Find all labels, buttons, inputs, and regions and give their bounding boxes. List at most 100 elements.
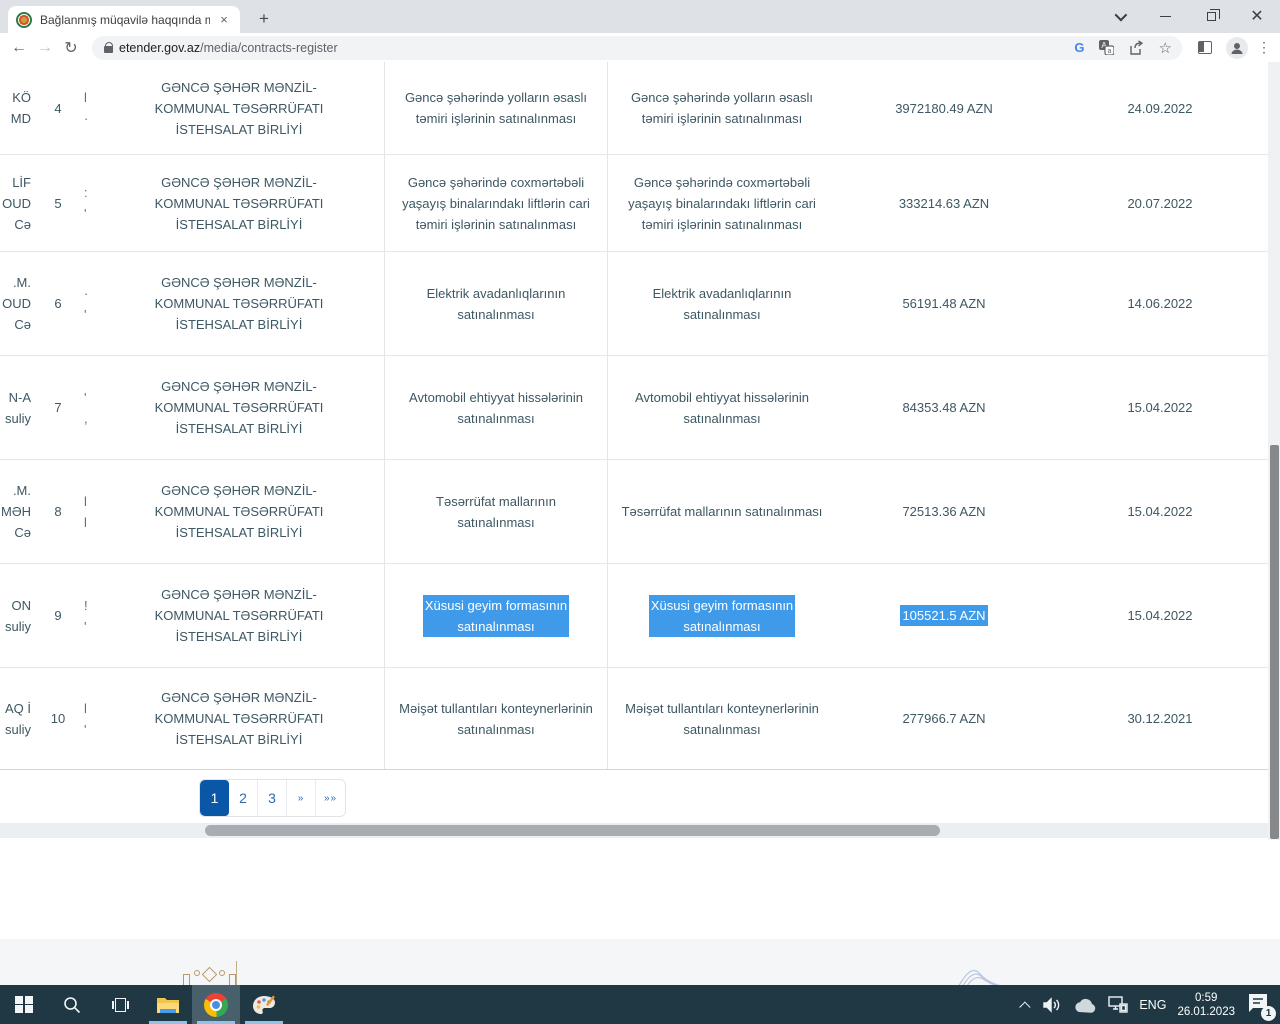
contract-date: 14.06.2022 — [1052, 252, 1268, 355]
volume-icon[interactable] — [1042, 996, 1062, 1014]
chrome-icon — [204, 993, 228, 1017]
contract-date: 15.04.2022 — [1052, 564, 1268, 667]
clipped-column-fragment: ! ' — [84, 564, 94, 667]
contractor-fragment: AQ İ suliy — [0, 668, 32, 769]
table-row: .M. MƏH Cə 8 l l GƏNCƏ ŞƏHƏR MƏNZİL- KOM… — [0, 460, 1268, 564]
address-bar[interactable]: etender.gov.az/media/contracts-register … — [92, 36, 1182, 60]
page-footer — [0, 939, 1280, 985]
table-row: AQ İ suliy 10 l ' GƏNCƏ ŞƏHƏR MƏNZİL- KO… — [0, 668, 1268, 770]
clipped-column-fragment: l l — [84, 460, 94, 563]
browser-titlebar: Bağlanmış müqavilə haqqında mə × + ✕ — [0, 0, 1280, 33]
contractor-fragment: ON suliy — [0, 564, 32, 667]
search-icon — [62, 995, 82, 1015]
page-button-1[interactable]: 1 — [200, 780, 229, 816]
folder-icon — [156, 995, 180, 1015]
taskbar: ENG 0:59 26.01.2023 1 — [0, 985, 1280, 1024]
taskbar-search-button[interactable] — [48, 985, 96, 1024]
horizontal-scrollbar-thumb[interactable] — [205, 825, 940, 836]
onedrive-cloud-icon[interactable] — [1073, 997, 1097, 1013]
footer-waves-logo — [953, 963, 1009, 985]
procurement-subject: Məişət tullantıları konteynerlərinin sat… — [384, 668, 608, 769]
system-tray: ENG 0:59 26.01.2023 1 — [1023, 985, 1280, 1024]
clipped-column-fragment: ' , — [84, 356, 94, 459]
clock-time: 0:59 — [1195, 992, 1217, 1004]
contract-date: 15.04.2022 — [1052, 460, 1268, 563]
organization-name: GƏNCƏ ŞƏHƏR MƏNZİL- KOMMUNAL TƏSƏRRÜFATI… — [94, 460, 384, 563]
profile-avatar[interactable] — [1226, 37, 1248, 59]
page-button-2[interactable]: 2 — [229, 780, 258, 816]
page-last-icon[interactable]: »» — [316, 780, 345, 816]
start-button[interactable] — [0, 985, 48, 1024]
task-view-button[interactable] — [96, 985, 144, 1024]
url-text: etender.gov.az/media/contracts-register — [119, 41, 338, 55]
procurement-subject: Gəncə şəhərində yolların əsaslı təmiri i… — [384, 62, 608, 154]
reload-icon[interactable]: ↻ — [58, 38, 84, 58]
window-controls: ✕ — [1096, 0, 1280, 33]
translate-icon[interactable]: Aa — [1099, 40, 1115, 56]
contractor-fragment: KÖ MD — [0, 62, 32, 154]
forward-icon: → — [32, 39, 58, 57]
row-number: 8 — [32, 460, 84, 563]
task-view-icon — [112, 998, 129, 1012]
back-icon[interactable]: ← — [6, 39, 32, 57]
contract-amount: 3972180.49 AZN — [836, 62, 1052, 154]
procurement-subject: Elektrik avadanlıqlarının satınalınması — [384, 252, 608, 355]
file-explorer-button[interactable] — [144, 985, 192, 1024]
contract-date: 30.12.2021 — [1052, 668, 1268, 769]
browser-toolbar: ← → ↻ etender.gov.az/media/contracts-reg… — [0, 33, 1280, 62]
taskbar-clock[interactable]: 0:59 26.01.2023 — [1177, 991, 1235, 1019]
language-indicator[interactable]: ENG — [1139, 998, 1166, 1012]
clock-date: 26.01.2023 — [1177, 1006, 1235, 1018]
organization-name: GƏNCƏ ŞƏHƏR MƏNZİL- KOMMUNAL TƏSƏRRÜFATI… — [94, 155, 384, 251]
new-tab-button[interactable]: + — [252, 8, 276, 32]
page-next-icon[interactable]: » — [287, 780, 316, 816]
procurement-subject: Gəncə şəhərində coxmərtəbəli yaşayış bin… — [384, 155, 608, 251]
contract-date: 20.07.2022 — [1052, 155, 1268, 251]
row-number: 6 — [32, 252, 84, 355]
share-icon[interactable] — [1129, 40, 1145, 56]
tab-title: Bağlanmış müqavilə haqqında mə — [40, 13, 210, 27]
close-button[interactable]: ✕ — [1234, 0, 1280, 33]
organization-name: GƏNCƏ ŞƏHƏR MƏNZİL- KOMMUNAL TƏSƏRRÜFATI… — [94, 564, 384, 667]
footer-divider — [236, 961, 237, 985]
organization-name: GƏNCƏ ŞƏHƏR MƏNZİL- KOMMUNAL TƏSƏRRÜFATI… — [94, 252, 384, 355]
clipped-column-fragment: : ' — [84, 155, 94, 251]
contract-amount: 84353.48 AZN — [836, 356, 1052, 459]
bookmark-star-icon[interactable]: ☆ — [1159, 39, 1172, 57]
restore-button[interactable] — [1188, 0, 1234, 33]
lock-icon[interactable] — [104, 46, 113, 53]
google-icon[interactable]: G — [1074, 40, 1084, 55]
hidden-icons-chevron-icon[interactable] — [1020, 1001, 1031, 1012]
network-icon[interactable] — [1108, 996, 1128, 1013]
organization-name: GƏNCƏ ŞƏHƏR MƏNZİL- KOMMUNAL TƏSƏRRÜFATI… — [94, 62, 384, 154]
tab-search-icon[interactable] — [1096, 0, 1142, 33]
table-row: KÖ MD 4 l · GƏNCƏ ŞƏHƏR MƏNZİL- KOMMUNAL… — [0, 62, 1268, 155]
contract-subject: Gəncə şəhərində coxmərtəbəli yaşayış bin… — [608, 155, 836, 251]
url-host: etender.gov.az — [119, 41, 200, 55]
notification-center-button[interactable]: 1 — [1246, 992, 1272, 1018]
tab-close-icon[interactable]: × — [216, 12, 232, 27]
contract-subject: Elektrik avadanlıqlarının satınalınması — [608, 252, 836, 355]
vertical-scrollbar[interactable] — [1268, 62, 1280, 840]
contract-date: 24.09.2022 — [1052, 62, 1268, 154]
table-row: N-A suliy 7 ' , GƏNCƏ ŞƏHƏR MƏNZİL- KOMM… — [0, 356, 1268, 460]
site-favicon — [16, 12, 32, 28]
side-panel-icon[interactable] — [1198, 41, 1212, 54]
page-button-3[interactable]: 3 — [258, 780, 287, 816]
browser-tab[interactable]: Bağlanmış müqavilə haqqında mə × — [8, 6, 240, 33]
pagination: 1 2 3 » »» — [199, 779, 346, 817]
contract-subject: Gəncə şəhərində yolların əsaslı təmiri i… — [608, 62, 836, 154]
minimize-button[interactable] — [1142, 0, 1188, 33]
contractor-fragment: .M. OUD Cə — [0, 252, 32, 355]
procurement-subject: Xüsusi geyim formasının satınalınması — [384, 564, 608, 667]
chrome-taskbar-button[interactable] — [192, 985, 240, 1024]
screen: Bağlanmış müqavilə haqqında mə × + ✕ ← →… — [0, 0, 1280, 1024]
url-path: /media/contracts-register — [200, 41, 338, 55]
browser-menu-icon[interactable]: ⋮ — [1254, 39, 1274, 56]
horizontal-scrollbar[interactable] — [0, 823, 1280, 838]
organization-name: GƏNCƏ ŞƏHƏR MƏNZİL- KOMMUNAL TƏSƏRRÜFATI… — [94, 356, 384, 459]
row-number: 5 — [32, 155, 84, 251]
table-row: LİF OUD Cə 5 : ' GƏNCƏ ŞƏHƏR MƏNZİL- KOM… — [0, 155, 1268, 252]
paint-button[interactable] — [240, 985, 288, 1024]
vertical-scrollbar-thumb[interactable] — [1270, 445, 1279, 839]
